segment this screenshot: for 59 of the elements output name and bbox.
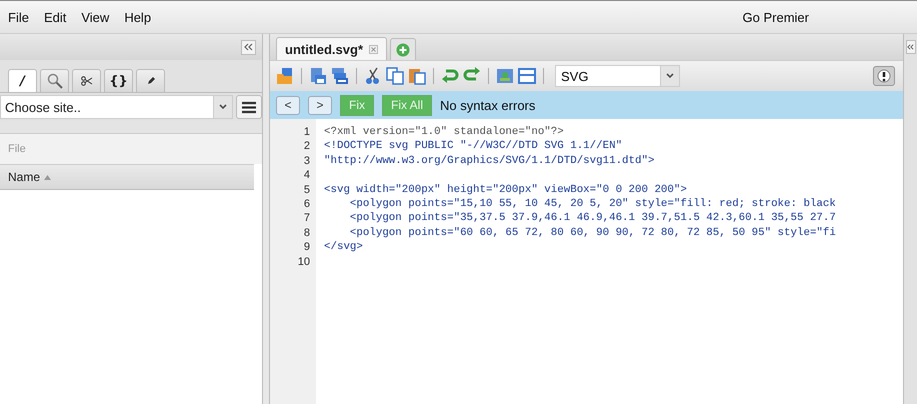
menu-item[interactable]: View (81, 10, 110, 24)
menu-item[interactable]: Help (124, 10, 152, 24)
code-line: <polygon points="15,10 55, 10 45, 20 5, 20" style="fill: red; stroke: black (348, 198, 836, 210)
line-number: 6 (304, 197, 310, 212)
line-number: 2 (304, 139, 310, 154)
window-icon[interactable] (518, 67, 536, 85)
line-number: 7 (304, 211, 310, 226)
collapse-button[interactable] (241, 40, 256, 54)
hint-button[interactable] (873, 66, 895, 86)
scissors-icon (80, 76, 92, 86)
close-icon[interactable] (369, 44, 378, 54)
double-chevron-left-icon (244, 43, 253, 51)
code-line: "http://www.w3.org/Graphics/SVG/1.1/DTD/svg11.dtd"> (324, 154, 654, 167)
menu-item[interactable]: Edit (44, 10, 66, 24)
line-number: 8 (304, 226, 310, 240)
sidebar-tab[interactable] (136, 69, 165, 92)
code-line: <polygon points="35,37.5 37.9,46.1 46.9,46.1 39.7,51.5 42.3,60.1 35,55 27.7 (348, 212, 836, 224)
menu-button[interactable] (236, 95, 262, 119)
save-icon[interactable] (309, 67, 327, 85)
caret-icon (666, 73, 674, 79)
plus-icon (396, 42, 410, 56)
code-line: <?xml version="1.0" standalone="no"?> (324, 126, 564, 138)
line-number: 10 (298, 254, 310, 270)
line-number: 4 (304, 168, 310, 183)
next-error-button[interactable]: > (308, 96, 332, 114)
scissors-icon[interactable] (364, 67, 382, 85)
save-all-icon[interactable] (331, 67, 349, 85)
double-chevron-left-icon (907, 44, 914, 50)
previous-error-button[interactable]: < (276, 96, 300, 114)
search-icon (46, 73, 62, 89)
menu-icon (241, 100, 257, 114)
folder-icon[interactable] (276, 67, 294, 85)
go-premier-link[interactable]: Go Premier (742, 10, 809, 24)
menu-item[interactable]: File (8, 10, 29, 24)
undo-icon[interactable] (441, 67, 459, 85)
code-line: </svg> (324, 241, 363, 254)
line-number: 3 (304, 154, 310, 168)
lint-message: No syntax errors (440, 98, 536, 112)
collapse-button[interactable] (906, 40, 916, 54)
paste-icon[interactable] (408, 67, 426, 85)
pencil-icon (146, 76, 156, 86)
code-line: <svg width="200px" height="200px" viewBox="0 0 200 200"> (324, 184, 687, 196)
line-number: 5 (304, 182, 310, 198)
code-line: <!DOCTYPE svg PUBLIC "-//W3C//DTD SVG 1.1//EN" (324, 140, 622, 152)
sidebar-tab[interactable]: / (8, 69, 37, 92)
code-line: <polygon points="60 60, 65 72, 80 60, 90 90, 72 80, 72 85, 50 95" style="fi (348, 226, 836, 239)
new-tab-button[interactable] (390, 38, 416, 60)
line-number: 9 (304, 240, 310, 255)
sidebar-tab[interactable] (72, 69, 101, 92)
mode-select[interactable]: SVG (555, 65, 680, 87)
sidebar-tab[interactable]: {} (104, 69, 133, 92)
file-tab[interactable]: untitled.svg* (276, 37, 388, 60)
section-label: File (8, 143, 26, 155)
copy-icon[interactable] (386, 67, 404, 85)
column-header[interactable]: Name (0, 170, 60, 184)
image-icon[interactable] (496, 67, 514, 85)
line-number: 1 (304, 125, 310, 140)
caret-icon (219, 104, 227, 110)
site-select[interactable]: Choose site.. (0, 95, 233, 119)
